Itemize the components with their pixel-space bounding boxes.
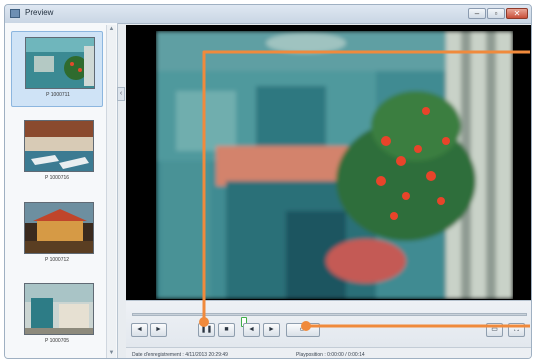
thumbnail-label: P 1000712 — [44, 257, 70, 263]
minimize-button[interactable]: – — [468, 8, 486, 19]
window-mode-button[interactable]: ▭ — [486, 323, 503, 337]
thumbnail-item[interactable]: P 1000711 — [11, 31, 103, 107]
thumbnail-image — [25, 37, 95, 89]
frame-forward-button[interactable]: ► — [263, 323, 280, 337]
pause-button[interactable]: ❚❚ — [198, 323, 215, 337]
scroll-up-icon[interactable]: ▲ — [108, 26, 115, 33]
previous-button[interactable]: ◄ — [131, 323, 148, 337]
thumbnail-label: P 1000705 — [44, 338, 70, 344]
recording-date: Date d'enregistrement : 4/11/2013 20:29:… — [132, 352, 228, 358]
close-button[interactable]: ✕ — [506, 8, 528, 19]
play-position: Playposition : 0:00:00 / 0:00:14 — [296, 352, 365, 358]
window-title: Preview — [25, 8, 54, 17]
title-bar[interactable]: Preview – ▫ ✕ — [5, 5, 531, 24]
sidebar-scrollbar[interactable]: ▲ ▼ — [106, 25, 116, 358]
playback-controls: ◄ ► ❚❚ ■ ◄ ► ▭ ▭ ⛶ Date d'enregistrement… — [126, 300, 531, 358]
sidebar-collapse-handle[interactable]: ‹ — [117, 87, 125, 101]
maximize-button[interactable]: ▫ — [487, 8, 505, 19]
thumbnail-sidebar: P 1000711 P 1000716 P 1000712 P 1000705 … — [5, 23, 118, 358]
app-icon — [10, 9, 20, 18]
next-button[interactable]: ► — [150, 323, 167, 337]
thumbnail-image — [24, 120, 94, 172]
frame-back-button[interactable]: ◄ — [243, 323, 260, 337]
thumbnail-item[interactable]: P 1000712 — [11, 197, 103, 273]
thumbnail-label: P 1000716 — [44, 175, 70, 181]
seek-bar[interactable] — [132, 313, 527, 327]
preview-image — [156, 31, 513, 299]
status-bar: Date d'enregistrement : 4/11/2013 20:29:… — [126, 347, 531, 358]
preview-pane — [126, 25, 531, 300]
stop-button[interactable]: ■ — [218, 323, 235, 337]
snapshot-button[interactable]: ▭ — [286, 323, 320, 337]
thumbnail-image — [24, 283, 94, 335]
thumbnail-image — [24, 202, 94, 254]
thumbnail-label: P 1000711 — [46, 92, 70, 98]
scroll-down-icon[interactable]: ▼ — [108, 350, 115, 357]
fullscreen-button[interactable]: ⛶ — [508, 323, 525, 337]
preview-window: Preview – ▫ ✕ P 1000711 P 1000716 P 1000… — [4, 4, 532, 359]
thumbnail-item[interactable]: P 1000705 — [11, 278, 103, 354]
thumbnail-item[interactable]: P 1000716 — [11, 115, 103, 191]
